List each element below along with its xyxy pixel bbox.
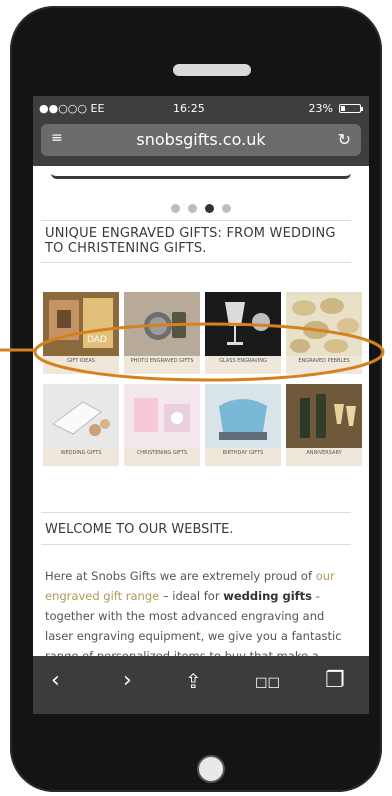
reload-icon[interactable]: ↻ bbox=[338, 130, 351, 149]
gift-ideas-image: DAD bbox=[43, 292, 119, 356]
gift-tile-engraved-pebbles[interactable]: ENGRAVED PEBBLES bbox=[286, 292, 362, 374]
status-time: 16:25 bbox=[173, 102, 205, 115]
earpiece-speaker bbox=[173, 64, 251, 76]
home-button[interactable] bbox=[197, 755, 225, 783]
wedding-gifts-image bbox=[43, 384, 119, 448]
section-heading-engraved-gifts: UNIQUE ENGRAVED GIFTS: FROM WEDDING TO C… bbox=[45, 226, 336, 256]
browser-chrome: ●●○○○ EE 16:25 23% ≡ snobsgifts.co.uk ↻ bbox=[33, 96, 369, 166]
back-icon[interactable]: ‹ bbox=[51, 670, 60, 692]
engraved-pebbles-image bbox=[286, 292, 362, 356]
tabs-icon[interactable]: ❐ bbox=[325, 670, 345, 692]
gift-tile-anniversary[interactable]: ANNIVERSARY bbox=[286, 384, 362, 466]
glass-engraving-image bbox=[205, 292, 281, 356]
christening-gifts-image bbox=[124, 384, 200, 448]
url-text[interactable]: snobsgifts.co.uk bbox=[41, 130, 361, 149]
tile-caption: BIRTHDAY GIFTS bbox=[222, 450, 264, 456]
anniversary-image bbox=[286, 384, 362, 448]
share-icon[interactable]: ⇪ bbox=[185, 670, 202, 692]
address-bar[interactable]: ≡ snobsgifts.co.uk ↻ bbox=[41, 124, 361, 156]
screen: ●●○○○ EE 16:25 23% ≡ snobsgifts.co.uk ↻ … bbox=[33, 96, 369, 714]
carousel-bottom-edge bbox=[51, 166, 351, 179]
gift-tile-birthday-gifts[interactable]: BIRTHDAY GIFTS bbox=[205, 384, 281, 466]
gift-tile-photo-engraved[interactable]: PHOTO ENGRAVED GIFTS bbox=[124, 292, 200, 374]
forward-icon[interactable]: › bbox=[123, 670, 132, 692]
divider bbox=[41, 544, 351, 545]
battery-fill bbox=[341, 106, 345, 111]
battery-percent: 23% bbox=[308, 102, 333, 115]
tile-caption: GIFT IDEAS bbox=[67, 358, 95, 364]
bookmarks-icon[interactable]: ☐☐ bbox=[255, 673, 280, 695]
gift-tile-gift-ideas[interactable]: DAD GIFT IDEAS bbox=[43, 292, 119, 374]
carousel-dots[interactable] bbox=[33, 198, 369, 217]
page-content: UNIQUE ENGRAVED GIFTS: FROM WEDDING TO C… bbox=[33, 166, 369, 683]
tile-caption: WEDDING GIFTS bbox=[60, 450, 102, 456]
gift-tile-christening-gifts[interactable]: CHRISTENING GIFTS bbox=[124, 384, 200, 466]
divider bbox=[41, 262, 351, 263]
tile-caption: PHOTO ENGRAVED GIFTS bbox=[130, 358, 194, 364]
carousel-dot[interactable] bbox=[188, 204, 197, 213]
carousel-dot[interactable] bbox=[171, 204, 180, 213]
carrier-signal: ●●○○○ EE bbox=[39, 102, 105, 115]
gift-tile-wedding-gifts[interactable]: WEDDING GIFTS bbox=[43, 384, 119, 466]
battery-icon bbox=[339, 104, 363, 113]
gift-tile-glass-engraving[interactable]: GLASS ENGRAVING bbox=[205, 292, 281, 374]
tile-caption: CHRISTENING GIFTS bbox=[136, 450, 188, 456]
wedding-gifts-bold: wedding gifts bbox=[223, 589, 313, 603]
divider bbox=[41, 220, 351, 221]
welcome-heading: WELCOME TO OUR WEBSITE. bbox=[45, 522, 234, 537]
browser-toolbar: ‹ › ⇪ ☐☐ ❐ bbox=[33, 656, 369, 714]
divider bbox=[41, 512, 351, 513]
para-text-1: Here at Snobs Gifts we are extremely pro… bbox=[45, 569, 316, 583]
carousel-dot[interactable] bbox=[205, 204, 214, 213]
tile-caption: GLASS ENGRAVING bbox=[219, 358, 267, 364]
tile-caption: ANNIVERSARY bbox=[306, 450, 342, 456]
tile-caption: ENGRAVED PEBBLES bbox=[298, 358, 350, 364]
status-bar: ●●○○○ EE 16:25 23% bbox=[33, 100, 369, 118]
para-text-2: – ideal for bbox=[159, 589, 224, 603]
photo-engraved-image bbox=[124, 292, 200, 356]
svg-text:DAD: DAD bbox=[87, 335, 107, 345]
carousel-dot[interactable] bbox=[222, 204, 231, 213]
birthday-gifts-image bbox=[205, 384, 281, 448]
